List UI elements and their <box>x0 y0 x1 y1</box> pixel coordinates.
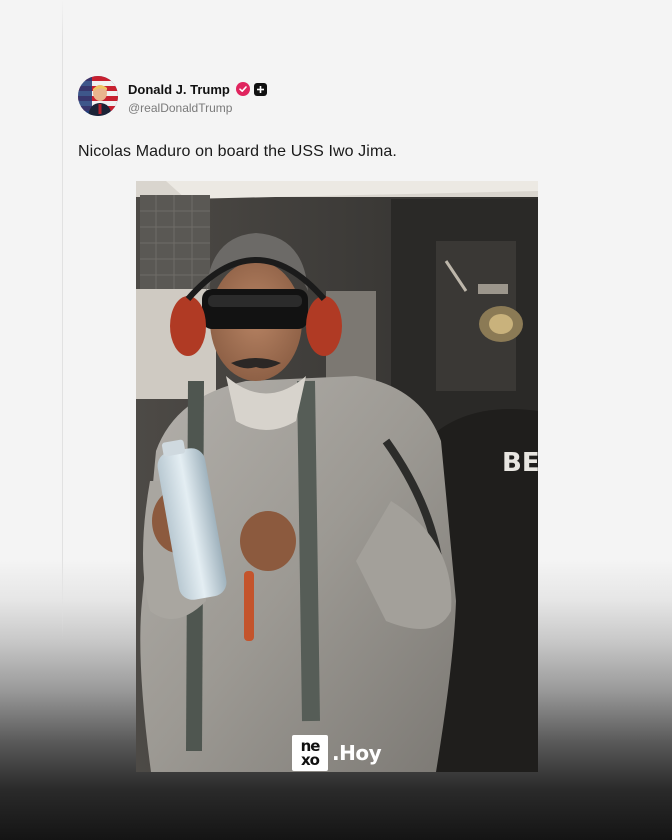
jacket-lettering: BEA <box>502 448 538 478</box>
avatar-image <box>78 76 118 116</box>
post-text: Nicolas Maduro on board the USS Iwo Jima… <box>78 143 397 160</box>
logo-mark: ne xo <box>292 735 328 771</box>
photo-illustration: BEA <box>136 181 538 772</box>
plus-badge-icon <box>253 82 267 96</box>
author-handle[interactable]: @realDonaldTrump <box>128 101 232 115</box>
timeline-divider <box>62 0 63 640</box>
logo-suffix: .Hoy <box>332 741 382 765</box>
logo-text-bottom: xo <box>301 751 320 769</box>
nexo-hoy-logo: ne xo .Hoy <box>292 735 382 771</box>
author-display-name[interactable]: Donald J. Trump <box>128 82 230 97</box>
avatar[interactable] <box>78 76 118 116</box>
author-name-row: Donald J. Trump <box>128 80 267 98</box>
post-photo[interactable]: BEA <box>136 181 538 772</box>
verified-badge-icon <box>235 82 250 96</box>
